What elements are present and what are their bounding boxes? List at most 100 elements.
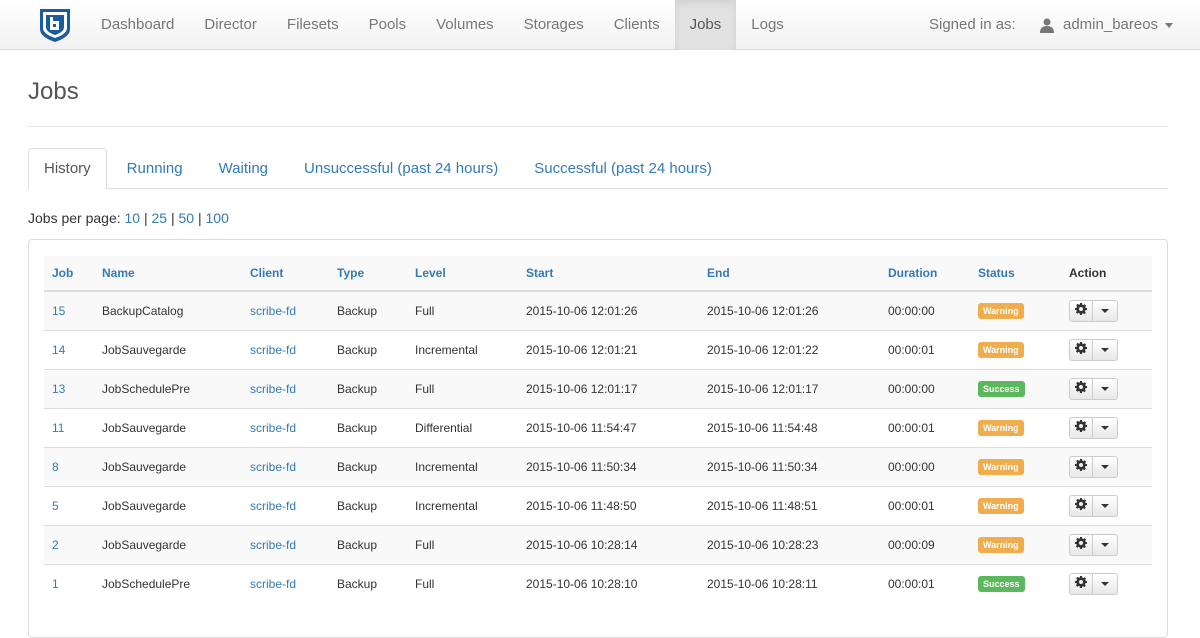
job-tabs: History Running Waiting Unsuccessful (past … [28, 148, 1168, 190]
action-dropdown-button[interactable] [1093, 299, 1118, 322]
start-time-cell: 2015-10-06 10:28:14 [518, 524, 699, 564]
per-page-option-25[interactable]: 25 [152, 210, 168, 226]
duration: 00:00:01 [888, 342, 935, 357]
client-link[interactable]: scribe-fd [250, 460, 296, 474]
job-type: Backup [337, 498, 378, 513]
client-link[interactable]: scribe-fd [250, 382, 296, 396]
gear-button[interactable] [1069, 416, 1093, 439]
nav-item-logs[interactable]: Logs [736, 0, 799, 50]
column-header-job[interactable]: Job [44, 256, 94, 292]
column-header-end[interactable]: End [699, 256, 880, 292]
action-dropdown-button[interactable] [1093, 572, 1118, 595]
per-page-option-100[interactable]: 100 [206, 210, 229, 226]
user-menu[interactable]: admin_bareos [1040, 0, 1174, 50]
job-type-cell: Backup [329, 407, 407, 447]
job-level-cell: Differential [407, 407, 518, 447]
job-name-cell: BackupCatalog [94, 290, 242, 330]
per-page-option-50[interactable]: 50 [179, 210, 195, 226]
gear-button[interactable] [1069, 533, 1093, 556]
start-time-cell: 2015-10-06 12:01:26 [518, 290, 699, 330]
job-level-cell: Full [407, 368, 518, 408]
action-dropdown-button[interactable] [1093, 377, 1118, 400]
nav-item-storages[interactable]: Storages [509, 0, 599, 50]
column-header-start[interactable]: Start [518, 256, 699, 292]
tab-history[interactable]: History [28, 148, 107, 190]
status-badge: Warning [978, 536, 1024, 553]
end-time: 2015-10-06 10:28:23 [707, 537, 819, 552]
job-name: JobSauvegarde [102, 342, 187, 357]
gear-icon [1075, 303, 1087, 318]
column-header-level[interactable]: Level [407, 256, 518, 292]
client-link[interactable]: scribe-fd [250, 538, 296, 552]
tab-running[interactable]: Running [111, 148, 199, 189]
gear-button[interactable] [1069, 572, 1093, 595]
job-id-link[interactable]: 11 [52, 421, 64, 435]
nav-item-director[interactable]: Director [189, 0, 272, 50]
table-row: 14 JobSauvegarde scribe-fd Backup Incrementa… [44, 329, 1152, 369]
job-id-link[interactable]: 8 [52, 460, 59, 474]
per-page-option-10[interactable]: 10 [125, 210, 141, 226]
duration-cell: 00:00:00 [880, 290, 970, 330]
gear-icon [1075, 459, 1087, 474]
column-header-status[interactable]: Status [970, 256, 1061, 292]
column-header-client[interactable]: Client [242, 256, 329, 292]
tab-unsuccessful-past-24-hours[interactable]: Unsuccessful (past 24 hours) [288, 148, 514, 189]
chevron-down-icon [1165, 22, 1174, 28]
client-link[interactable]: scribe-fd [250, 577, 296, 591]
gear-button[interactable] [1069, 338, 1093, 361]
action-button-group [1069, 455, 1118, 478]
action-cell [1061, 563, 1152, 603]
action-button-group [1069, 416, 1118, 439]
gear-button[interactable] [1069, 299, 1093, 322]
action-cell [1061, 485, 1152, 525]
client-link[interactable]: scribe-fd [250, 343, 296, 357]
job-id-link[interactable]: 2 [52, 538, 59, 552]
action-dropdown-button[interactable] [1093, 338, 1118, 361]
nav-item-pools[interactable]: Pools [354, 0, 422, 50]
job-level: Incremental [415, 498, 478, 513]
job-id-link[interactable]: 1 [52, 577, 59, 591]
gear-button[interactable] [1069, 494, 1093, 517]
column-header-type[interactable]: Type [329, 256, 407, 292]
caret-down-icon [1101, 347, 1109, 352]
start-time: 2015-10-06 10:28:10 [526, 576, 638, 591]
client-link[interactable]: scribe-fd [250, 421, 296, 435]
job-id-link[interactable]: 14 [52, 343, 65, 357]
duration-cell: 00:00:01 [880, 563, 970, 603]
job-level: Full [415, 303, 435, 318]
job-type: Backup [337, 381, 378, 396]
start-time: 2015-10-06 12:01:26 [526, 303, 638, 318]
action-dropdown-button[interactable] [1093, 494, 1118, 517]
job-id-link[interactable]: 13 [52, 382, 65, 396]
nav-item-jobs[interactable]: Jobs [674, 0, 737, 50]
nav-item-clients[interactable]: Clients [599, 0, 675, 50]
client-link-cell: scribe-fd [242, 329, 329, 369]
client-link[interactable]: scribe-fd [250, 499, 296, 513]
client-link-cell: scribe-fd [242, 563, 329, 603]
end-time-cell: 2015-10-06 10:28:11 [699, 563, 880, 603]
column-header-duration[interactable]: Duration [880, 256, 970, 292]
action-dropdown-button[interactable] [1093, 455, 1118, 478]
job-id-link[interactable]: 15 [52, 304, 65, 318]
gear-button[interactable] [1069, 455, 1093, 478]
job-level-cell: Incremental [407, 329, 518, 369]
tab-successful-past-24-hours[interactable]: Successful (past 24 hours) [518, 148, 728, 189]
client-link[interactable]: scribe-fd [250, 304, 296, 318]
nav-item-filesets[interactable]: Filesets [272, 0, 354, 50]
nav-item-volumes[interactable]: Volumes [421, 0, 509, 50]
gear-button[interactable] [1069, 377, 1093, 400]
tab-waiting[interactable]: Waiting [203, 148, 284, 189]
bareos-logo-icon[interactable] [38, 7, 72, 43]
end-time-cell: 2015-10-06 11:48:51 [699, 485, 880, 525]
nav-item-dashboard[interactable]: Dashboard [86, 0, 189, 50]
action-dropdown-button[interactable] [1093, 416, 1118, 439]
table-row: 15 BackupCatalog scribe-fd Backup Full 2015-1… [44, 290, 1152, 330]
gear-icon [1075, 420, 1087, 435]
job-id-link[interactable]: 5 [52, 499, 59, 513]
job-id-link-cell: 13 [44, 368, 94, 408]
job-type-cell: Backup [329, 563, 407, 603]
job-name-cell: JobSchedulePre [94, 368, 242, 408]
action-cell [1061, 407, 1152, 447]
column-header-name[interactable]: Name [94, 256, 242, 292]
action-dropdown-button[interactable] [1093, 533, 1118, 556]
